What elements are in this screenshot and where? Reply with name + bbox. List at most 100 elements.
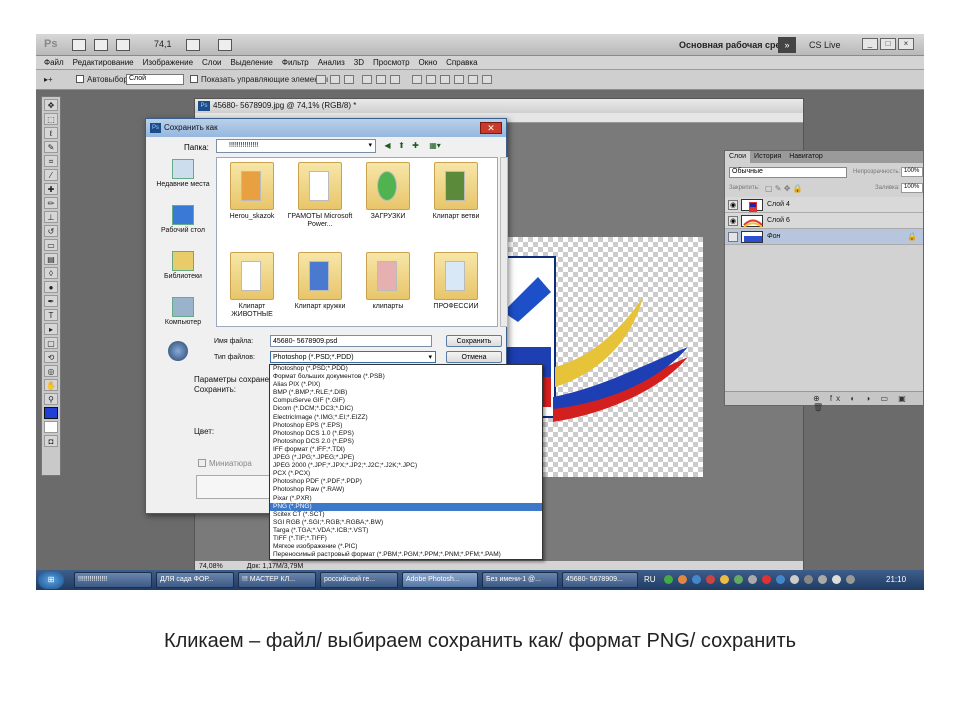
blend-mode-select[interactable]: Обычные bbox=[729, 167, 847, 178]
tray-icon[interactable] bbox=[790, 575, 799, 584]
blur-tool-icon[interactable]: ◊ bbox=[44, 267, 58, 279]
folder-item[interactable]: Herou_skazok bbox=[219, 162, 285, 221]
close-button[interactable]: × bbox=[898, 38, 914, 50]
screen-mode-icon[interactable] bbox=[218, 39, 232, 51]
format-option[interactable]: SGI RGB (*.SGI;*.RGB;*.RGBA;*.BW) bbox=[270, 519, 542, 527]
tray-icon[interactable] bbox=[706, 575, 715, 584]
tab-navigator[interactable]: Навигатор bbox=[785, 151, 827, 163]
folder-select[interactable]: !!!!!!!!!!!!!!! ▾ bbox=[216, 139, 376, 153]
taskbar-item[interactable]: российский ге... bbox=[320, 572, 398, 588]
zoom-tool-icon[interactable]: ⚲ bbox=[44, 393, 58, 405]
crop-tool-icon[interactable]: ⌗ bbox=[44, 155, 58, 167]
tray-icon[interactable] bbox=[832, 575, 841, 584]
format-option[interactable]: Scitex CT (*.SCT) bbox=[270, 511, 542, 519]
healing-brush-tool-icon[interactable]: ✚ bbox=[44, 183, 58, 195]
distribute-center-icon[interactable] bbox=[468, 75, 478, 84]
brush-tool-icon[interactable]: ✏ bbox=[44, 197, 58, 209]
maximize-button[interactable]: □ bbox=[880, 38, 896, 50]
marquee-tool-icon[interactable]: ⬚ bbox=[44, 113, 58, 125]
tab-layers[interactable]: Слои bbox=[725, 151, 751, 163]
pen-tool-icon[interactable]: ✒ bbox=[44, 295, 58, 307]
back-icon[interactable]: ◀ bbox=[382, 141, 393, 151]
place-libraries[interactable]: Библиотеки bbox=[152, 251, 214, 280]
format-option[interactable]: Photoshop Raw (*.RAW) bbox=[270, 486, 542, 494]
format-option[interactable]: TIFF (*.TIF;*.TIFF) bbox=[270, 535, 542, 543]
format-option[interactable]: Photoshop DCS 1.0 (*.EPS) bbox=[270, 430, 542, 438]
tray-icon[interactable] bbox=[734, 575, 743, 584]
taskbar-item[interactable]: 45680- 5678909... bbox=[562, 572, 638, 588]
filename-input[interactable]: 45680- 5678909.psd bbox=[270, 335, 432, 347]
language-indicator[interactable]: RU bbox=[644, 575, 656, 584]
format-option[interactable]: Формат больших документов (*.PSB) bbox=[270, 373, 542, 381]
shape-tool-icon[interactable]: ▢ bbox=[44, 337, 58, 349]
clone-stamp-tool-icon[interactable]: ⊥ bbox=[44, 211, 58, 223]
format-option[interactable]: BMP (*.BMP;*.RLE;*.DIB) bbox=[270, 389, 542, 397]
show-controls-checkbox[interactable] bbox=[190, 75, 198, 83]
menu-item[interactable]: Изображение bbox=[143, 58, 193, 67]
menu-item[interactable]: Файл bbox=[44, 58, 64, 67]
format-option[interactable]: ElectricImage (*.IMG;*.EI;*.EIZZ) bbox=[270, 414, 542, 422]
tray-icon[interactable] bbox=[678, 575, 687, 584]
folder-item[interactable]: ГРАМОТЫ Microsoft Power... bbox=[287, 162, 353, 229]
file-list-scrollbar[interactable] bbox=[500, 157, 508, 327]
minibridge-icon[interactable] bbox=[94, 39, 108, 51]
folder-item[interactable]: Клипарт кружки bbox=[287, 252, 353, 311]
layer-row-selected[interactable]: Фон 🔒 bbox=[725, 229, 923, 245]
quick-select-tool-icon[interactable]: ✎ bbox=[44, 141, 58, 153]
menu-item[interactable]: Анализ bbox=[318, 58, 345, 67]
distribute-left-icon[interactable] bbox=[454, 75, 464, 84]
close-dialog-button[interactable]: ✕ bbox=[480, 122, 502, 134]
align-bottom-icon[interactable] bbox=[344, 75, 354, 84]
3d-rotate-tool-icon[interactable]: ⟲ bbox=[44, 351, 58, 363]
format-option[interactable]: Photoshop PDF (*.PDF;*.PDP) bbox=[270, 478, 542, 486]
tray-icon[interactable] bbox=[748, 575, 757, 584]
eyedropper-tool-icon[interactable]: ⁄ bbox=[44, 169, 58, 181]
menu-item[interactable]: Слои bbox=[202, 58, 221, 67]
menu-item[interactable]: Редактирование bbox=[73, 58, 134, 67]
save-button[interactable]: Сохранить bbox=[446, 335, 502, 347]
zoom-level[interactable]: 74,1 bbox=[154, 39, 172, 49]
place-computer[interactable]: Компьютер bbox=[152, 297, 214, 326]
type-tool-icon[interactable]: T bbox=[44, 309, 58, 321]
minimize-button[interactable]: _ bbox=[862, 38, 878, 50]
fill-field[interactable]: 100% bbox=[901, 183, 923, 193]
autoselect-checkbox[interactable] bbox=[76, 75, 84, 83]
align-right-icon[interactable] bbox=[390, 75, 400, 84]
taskbar-item[interactable]: !!!!!!!!!!!!!!! bbox=[74, 572, 152, 588]
taskbar-item[interactable]: !!! МАСТЕР КЛ... bbox=[238, 572, 316, 588]
distribute-bottom-icon[interactable] bbox=[440, 75, 450, 84]
format-option[interactable]: JPEG 2000 (*.JPF;*.JPX;*.JP2;*.J2C;*.J2K… bbox=[270, 462, 542, 470]
foreground-color-swatch[interactable] bbox=[44, 407, 58, 419]
tray-icon[interactable] bbox=[664, 575, 673, 584]
move-tool-icon[interactable]: ▸+ bbox=[44, 75, 53, 84]
eraser-tool-icon[interactable]: ▭ bbox=[44, 239, 58, 251]
format-option[interactable]: Photoshop EPS (*.EPS) bbox=[270, 422, 542, 430]
menu-item[interactable]: Выделение bbox=[230, 58, 272, 67]
format-option[interactable]: JPEG (*.JPG;*.JPEG;*.JPE) bbox=[270, 454, 542, 462]
opacity-field[interactable]: 100% bbox=[901, 167, 923, 177]
layer-row[interactable]: ◉ Слой 6 bbox=[725, 213, 923, 229]
align-top-icon[interactable] bbox=[316, 75, 326, 84]
folder-item[interactable]: ЗАГРУЗКИ bbox=[355, 162, 421, 221]
file-format-dropdown[interactable]: Photoshop (*.PSD;*.PDD) Формат больших до… bbox=[269, 364, 543, 560]
path-select-tool-icon[interactable]: ▸ bbox=[44, 323, 58, 335]
eye-icon[interactable]: ◉ bbox=[728, 200, 738, 210]
distribute-right-icon[interactable] bbox=[482, 75, 492, 84]
taskbar-item[interactable]: Без имени-1 @... bbox=[482, 572, 558, 588]
menu-item[interactable]: Справка bbox=[446, 58, 477, 67]
network-icon[interactable] bbox=[168, 341, 188, 361]
tray-icon[interactable] bbox=[692, 575, 701, 584]
layer-actions-icons[interactable]: ⊕ fx ◐ ◑ ▭ ▣ 🗑 bbox=[813, 394, 923, 412]
tray-icon[interactable] bbox=[762, 575, 771, 584]
lock-icons[interactable]: ▢ ✎ ✥ 🔒 bbox=[765, 184, 803, 193]
workspace-name[interactable]: Основная рабочая среда bbox=[679, 40, 791, 50]
folder-item[interactable]: ПРОФЕССИИ bbox=[423, 252, 489, 311]
up-folder-icon[interactable]: ⬆ bbox=[396, 141, 407, 151]
format-option[interactable]: IFF формат (*.IFF;*.TDI) bbox=[270, 446, 542, 454]
format-option[interactable]: Photoshop (*.PSD;*.PDD) bbox=[270, 365, 542, 373]
align-center-icon[interactable] bbox=[376, 75, 386, 84]
autoselect-select[interactable]: Слой bbox=[126, 74, 184, 85]
folder-item[interactable]: Клипарт ЖИВОТНЫЕ bbox=[219, 252, 285, 319]
arrange-docs-icon[interactable] bbox=[186, 39, 200, 51]
tray-icon[interactable] bbox=[846, 575, 855, 584]
